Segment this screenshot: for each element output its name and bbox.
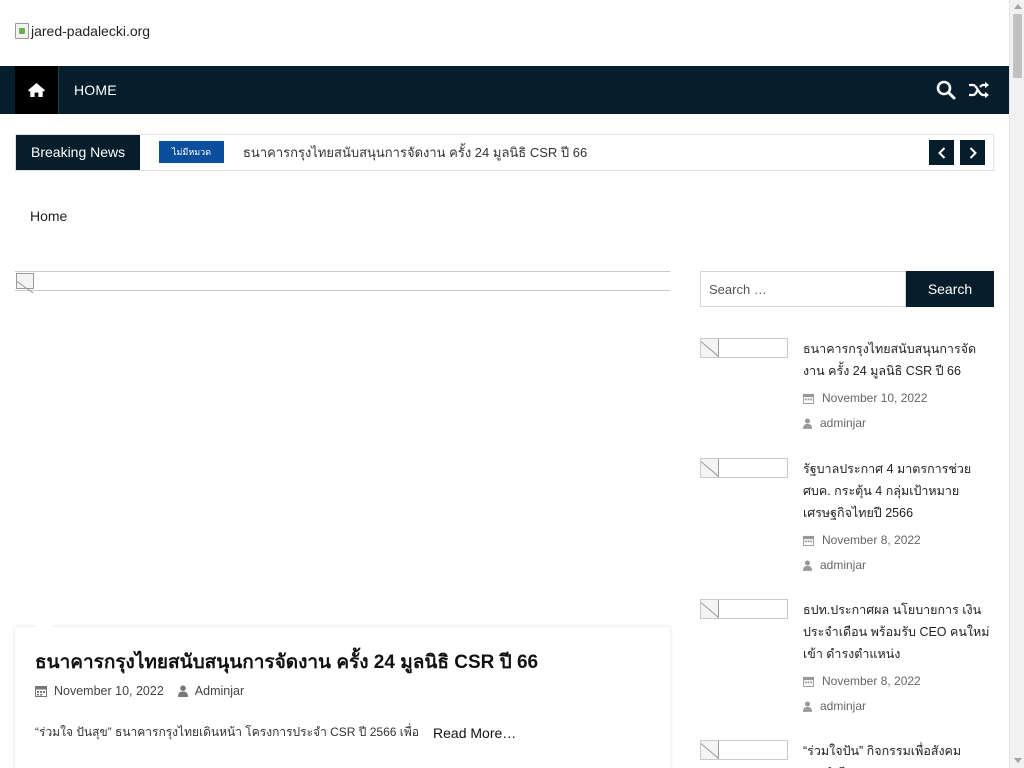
- recent-post-title[interactable]: “ร่วมใจปัน” กิจกรรมเพื่อสังคมประจำปี: [803, 740, 995, 768]
- recent-post-author[interactable]: adminjar: [820, 416, 866, 430]
- search-icon: [936, 80, 956, 100]
- recent-post-item: รัฐบาลประกาศ 4 มาตรการช่วย ศบค. กระตุ้น …: [700, 458, 994, 578]
- recent-post-title[interactable]: ธนาคารกรุงไทยสนับสนุนการจัดงาน ครั้ง 24 …: [803, 338, 995, 382]
- recent-post-item: ธนาคารกรุงไทยสนับสนุนการจัดงาน ครั้ง 24 …: [700, 338, 994, 438]
- scroll-down-arrow-icon[interactable]: [1014, 758, 1022, 763]
- random-icon: [969, 81, 989, 99]
- home-icon: [28, 83, 45, 97]
- broken-image-icon: [701, 459, 719, 477]
- user-icon: [177, 685, 188, 697]
- calendar-icon: [803, 393, 814, 404]
- calendar-icon: [35, 685, 47, 697]
- post-author[interactable]: Adminjar: [195, 684, 244, 698]
- recent-post-thumbnail[interactable]: [700, 740, 788, 760]
- recent-post-item: “ร่วมใจปัน” กิจกรรมเพื่อสังคมประจำปี: [700, 740, 994, 768]
- chevron-left-icon: [937, 146, 945, 159]
- nav-home-icon-button[interactable]: [15, 66, 59, 114]
- recent-post-date-row: November 10, 2022: [803, 391, 927, 405]
- broken-image-icon: [701, 600, 719, 618]
- broken-image-icon: [16, 273, 34, 289]
- breadcrumb-home[interactable]: Home: [30, 208, 67, 224]
- post-card: ธนาคารกรุงไทยสนับสนุนการจัดงาน ครั้ง 24 …: [15, 619, 670, 768]
- sidebar-search-input[interactable]: [700, 271, 906, 307]
- nav-random-button[interactable]: [967, 78, 991, 102]
- chevron-right-icon: [969, 146, 977, 159]
- recent-post-author[interactable]: adminjar: [820, 699, 866, 713]
- ticker-next-button[interactable]: [960, 140, 985, 165]
- recent-post-date[interactable]: November 8, 2022: [822, 674, 921, 688]
- post-featured-image[interactable]: [15, 271, 670, 291]
- user-icon: [803, 559, 812, 571]
- category-badge[interactable]: ไม่มีหมวด: [159, 141, 224, 163]
- recent-post-author-row: adminjar: [803, 558, 866, 572]
- recent-post-thumbnail[interactable]: [700, 458, 788, 478]
- recent-post-date-row: November 8, 2022: [803, 674, 921, 688]
- post-excerpt-text: “ร่วมใจ ปันสุข” ธนาคารกรุงไทยเดินหน้า โค…: [35, 725, 420, 739]
- broken-image-icon: [701, 741, 719, 759]
- user-icon: [803, 417, 812, 429]
- user-icon: [803, 700, 812, 712]
- breaking-news-label: Breaking News: [16, 135, 140, 170]
- logo-alt-text: jared-padalecki.org: [31, 23, 151, 39]
- recent-post-date[interactable]: November 10, 2022: [822, 391, 927, 405]
- breaking-news-headline[interactable]: ธนาคารกรุงไทยสนับสนุนการจัดงาน ครั้ง 24 …: [243, 135, 587, 170]
- post-date[interactable]: November 10, 2022: [54, 684, 164, 698]
- nav-item-home[interactable]: HOME: [74, 66, 117, 114]
- calendar-icon: [803, 535, 814, 546]
- recent-post-author-row: adminjar: [803, 416, 866, 430]
- broken-image-icon: [701, 339, 719, 357]
- recent-post-title[interactable]: ธปท.ประกาศผล นโยบายการ เงิน ประจำเดือน พ…: [803, 599, 995, 665]
- recent-post-author-row: adminjar: [803, 699, 866, 713]
- breadcrumb: Home: [30, 208, 67, 224]
- post-excerpt: “ร่วมใจ ปันสุข” ธนาคารกรุงไทยเดินหน้า โค…: [35, 723, 516, 742]
- breaking-news-bar: Breaking News ไม่มีหมวด ธนาคารกรุงไทยสนั…: [15, 134, 994, 171]
- site-header: jared-padalecki.org: [0, 0, 1009, 66]
- post-meta: November 10, 2022 Adminjar: [35, 684, 244, 698]
- recent-post-thumbnail[interactable]: [700, 338, 788, 358]
- recent-post-author[interactable]: adminjar: [820, 558, 866, 572]
- main-nav: HOME: [0, 66, 1009, 114]
- broken-image-icon: [15, 23, 29, 39]
- recent-post-thumbnail[interactable]: [700, 599, 788, 619]
- recent-post-title[interactable]: รัฐบาลประกาศ 4 มาตรการช่วย ศบค. กระตุ้น …: [803, 458, 995, 524]
- read-more-link[interactable]: Read More…: [433, 725, 516, 741]
- post-card-notch: [36, 619, 52, 627]
- recent-post-date-row: November 8, 2022: [803, 533, 921, 547]
- page-scrollbar[interactable]: [1009, 0, 1024, 768]
- site-logo[interactable]: jared-padalecki.org: [15, 23, 150, 39]
- scroll-up-arrow-icon[interactable]: [1014, 4, 1022, 9]
- post-title[interactable]: ธนาคารกรุงไทยสนับสนุนการจัดงาน ครั้ง 24 …: [35, 647, 538, 677]
- scrollbar-thumb[interactable]: [1013, 14, 1022, 78]
- calendar-icon: [803, 676, 814, 687]
- ticker-prev-button[interactable]: [929, 140, 954, 165]
- nav-search-button[interactable]: [934, 78, 958, 102]
- page: jared-padalecki.org HOME Breaking News ไ…: [0, 0, 1009, 768]
- recent-post-date[interactable]: November 8, 2022: [822, 533, 921, 547]
- sidebar-search-button[interactable]: Search: [906, 271, 994, 307]
- recent-post-item: ธปท.ประกาศผล นโยบายการ เงิน ประจำเดือน พ…: [700, 599, 994, 719]
